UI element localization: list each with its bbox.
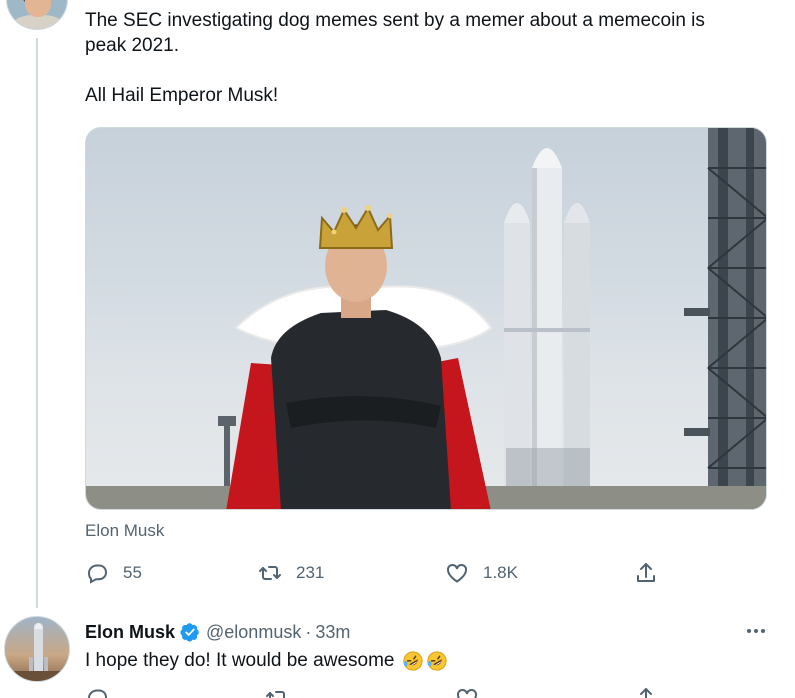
media-illustration: [86, 128, 766, 509]
reply-button[interactable]: [85, 686, 123, 698]
tweet-action-bar: 55 231 1.8K: [85, 558, 685, 588]
person-figure: [271, 224, 451, 509]
retweet-button[interactable]: 231: [258, 558, 324, 588]
media-caption[interactable]: Elon Musk: [85, 521, 164, 541]
author-avatar[interactable]: [6, 0, 68, 30]
rolling-on-floor-laughing-emoji: [403, 650, 424, 671]
reply-header: Elon Musk @elonmusk · 33m: [85, 620, 350, 644]
share-button[interactable]: [634, 686, 672, 698]
header-separator: ·: [305, 621, 312, 642]
share-icon: [637, 563, 655, 582]
retweet-button[interactable]: [265, 686, 303, 698]
launch-tower: [684, 128, 766, 509]
retweet-icon: [259, 566, 281, 580]
more-icon[interactable]: [744, 622, 768, 640]
reply-text-content: I hope they do! It would be awesome: [85, 650, 395, 671]
heart-icon: [457, 688, 477, 698]
tweet-text-line: peak 2021.: [85, 35, 180, 56]
like-button[interactable]: 1.8K: [445, 558, 518, 588]
verified-badge-icon: [180, 623, 199, 642]
heart-icon: [447, 563, 467, 583]
reply-author-avatar[interactable]: [4, 616, 70, 682]
reply-icon: [87, 564, 108, 584]
reply-button[interactable]: 55: [85, 558, 142, 588]
reply-tweet-text: I hope they do! It would be awesome: [85, 648, 448, 673]
author-handle[interactable]: @elonmusk: [206, 622, 301, 643]
share-button[interactable]: [634, 558, 672, 588]
author-name[interactable]: Elon Musk: [85, 622, 175, 643]
retweet-icon: [266, 691, 285, 698]
tweet-timestamp[interactable]: 33m: [315, 622, 350, 643]
avatar-shirt: [13, 15, 63, 29]
tweet-media-image[interactable]: [85, 127, 767, 510]
rolling-on-floor-laughing-emoji: [427, 650, 448, 671]
retweet-count: 231: [296, 563, 325, 582]
tweet-text: The SEC investigating dog memes sent by …: [85, 8, 765, 108]
tweet-text-line: All Hail Emperor Musk!: [85, 85, 279, 106]
share-icon: [640, 688, 652, 698]
thread-connector-line: [36, 38, 38, 608]
reply-count: 55: [123, 563, 142, 582]
crown: [318, 205, 394, 249]
rocket: [504, 148, 590, 508]
like-button[interactable]: [455, 686, 493, 698]
like-count: 1.8K: [483, 563, 518, 582]
starship-avatar-image: [5, 623, 69, 681]
tweet-text-line: The SEC investigating dog memes sent by …: [85, 10, 705, 31]
reply-action-bar: [85, 686, 685, 698]
reply-icon: [87, 689, 108, 698]
